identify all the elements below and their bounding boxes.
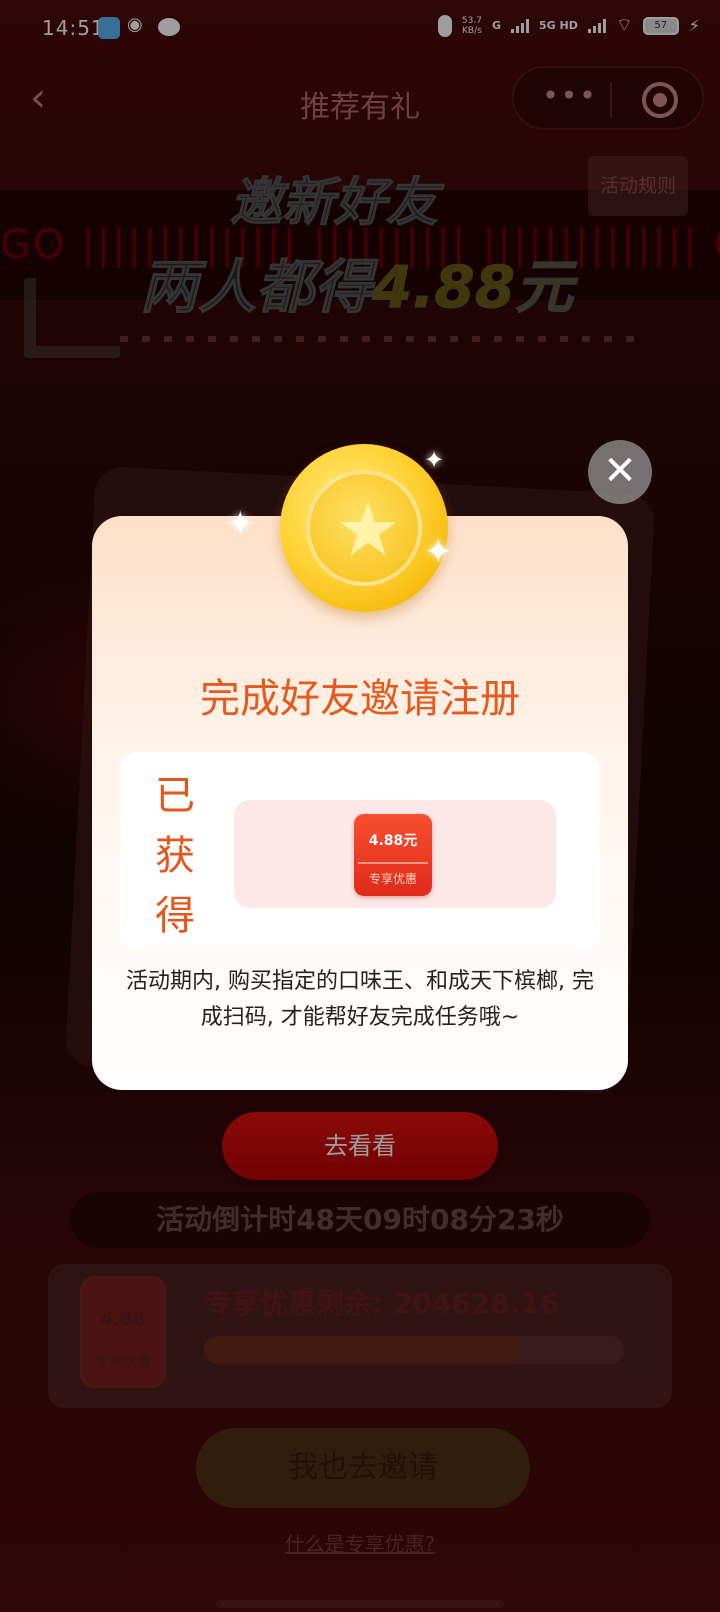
- coin-inner: ★: [306, 470, 422, 586]
- obtained-label: 已 获 得: [150, 766, 200, 946]
- page-background: 14:51 ◉ 53.7 KB/s G 5G HD ⌔ 57 ⚡ ‹ 推荐有礼 …: [0, 0, 720, 1612]
- sparkle-icon: ✦: [424, 532, 453, 572]
- sparkle-icon: ✦: [424, 446, 445, 474]
- star-icon: ★: [334, 487, 402, 573]
- obtained-char-1: 已: [155, 773, 195, 819]
- coupon-value: 4.88元: [368, 833, 418, 849]
- coupon-area: 4.88元 专享优惠: [234, 800, 556, 908]
- obtained-char-3: 得: [155, 893, 195, 939]
- coupon-divider: [358, 862, 428, 864]
- sparkle-icon: ✦: [226, 504, 255, 544]
- reward-box: 已 获 得 4.88元 专享优惠: [120, 752, 600, 950]
- obtained-char-2: 获: [155, 833, 195, 879]
- gold-coin-icon: ★: [280, 444, 448, 612]
- close-icon[interactable]: ✕: [588, 440, 652, 504]
- modal-title: 完成好友邀请注册: [200, 676, 520, 722]
- coupon-card: 4.88元 专享优惠: [354, 814, 432, 896]
- coupon-label: 专享优惠: [368, 872, 417, 886]
- modal-description: 活动期内, 购买指定的口味王、和成天下槟榔, 完成扫码, 才能帮好友完成任务哦~: [126, 969, 594, 1030]
